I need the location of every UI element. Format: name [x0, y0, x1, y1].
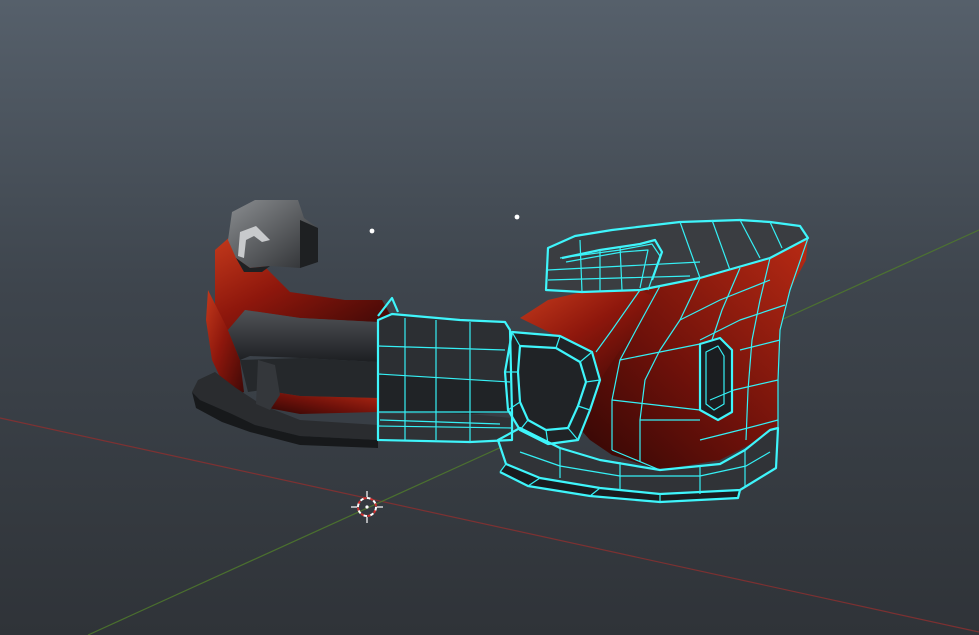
viewport-scene[interactable]	[0, 0, 979, 635]
3d-viewport[interactable]	[0, 0, 979, 635]
bumper-left-scoop[interactable]	[228, 200, 318, 272]
object-origin-icon[interactable]	[369, 228, 375, 234]
object-origin-icon[interactable]	[514, 214, 520, 220]
bumper-right-section-selected[interactable]	[378, 220, 808, 502]
x-axis-line	[0, 417, 979, 633]
